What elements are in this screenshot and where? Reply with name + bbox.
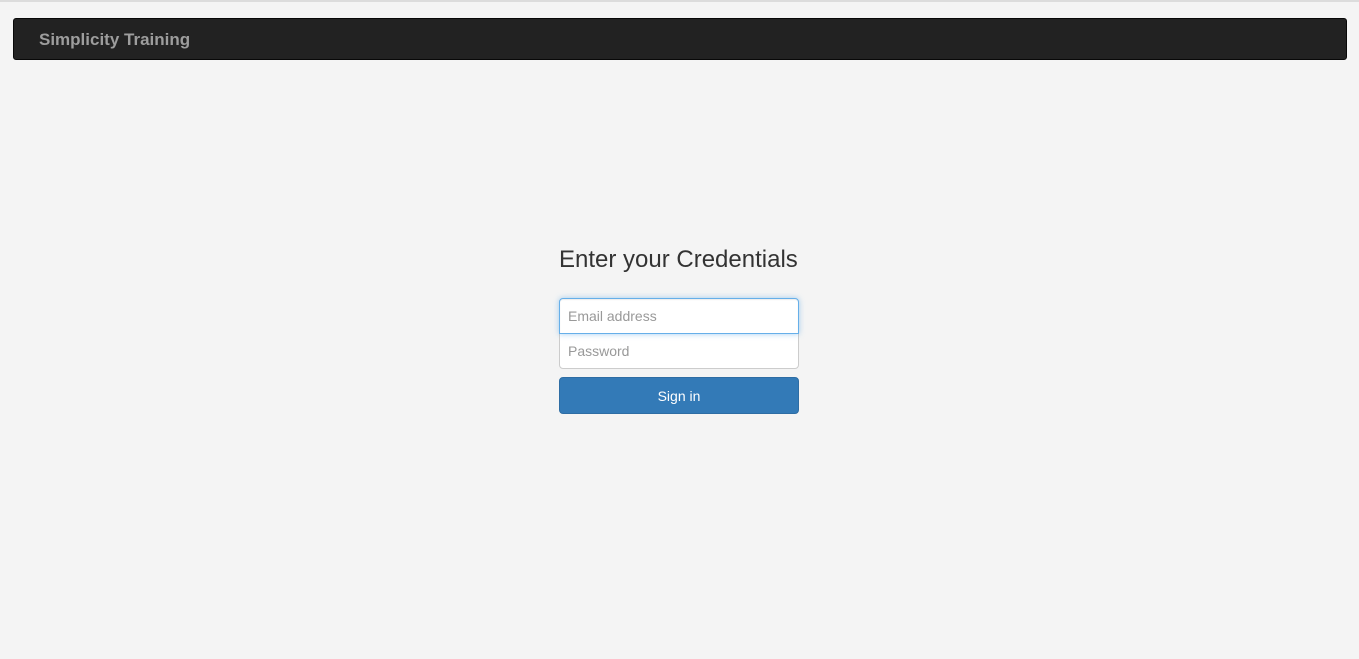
navbar-brand-link[interactable]: Simplicity Training: [39, 30, 190, 50]
signin-heading: Enter your Credentials: [559, 246, 798, 273]
sign-in-button[interactable]: Sign in: [559, 377, 799, 414]
top-divider: [0, 0, 1359, 2]
password-input[interactable]: [559, 333, 799, 369]
navbar: Simplicity Training: [13, 18, 1347, 60]
signin-form: Enter your Credentials Sign in: [559, 244, 799, 414]
email-input[interactable]: [559, 298, 799, 334]
